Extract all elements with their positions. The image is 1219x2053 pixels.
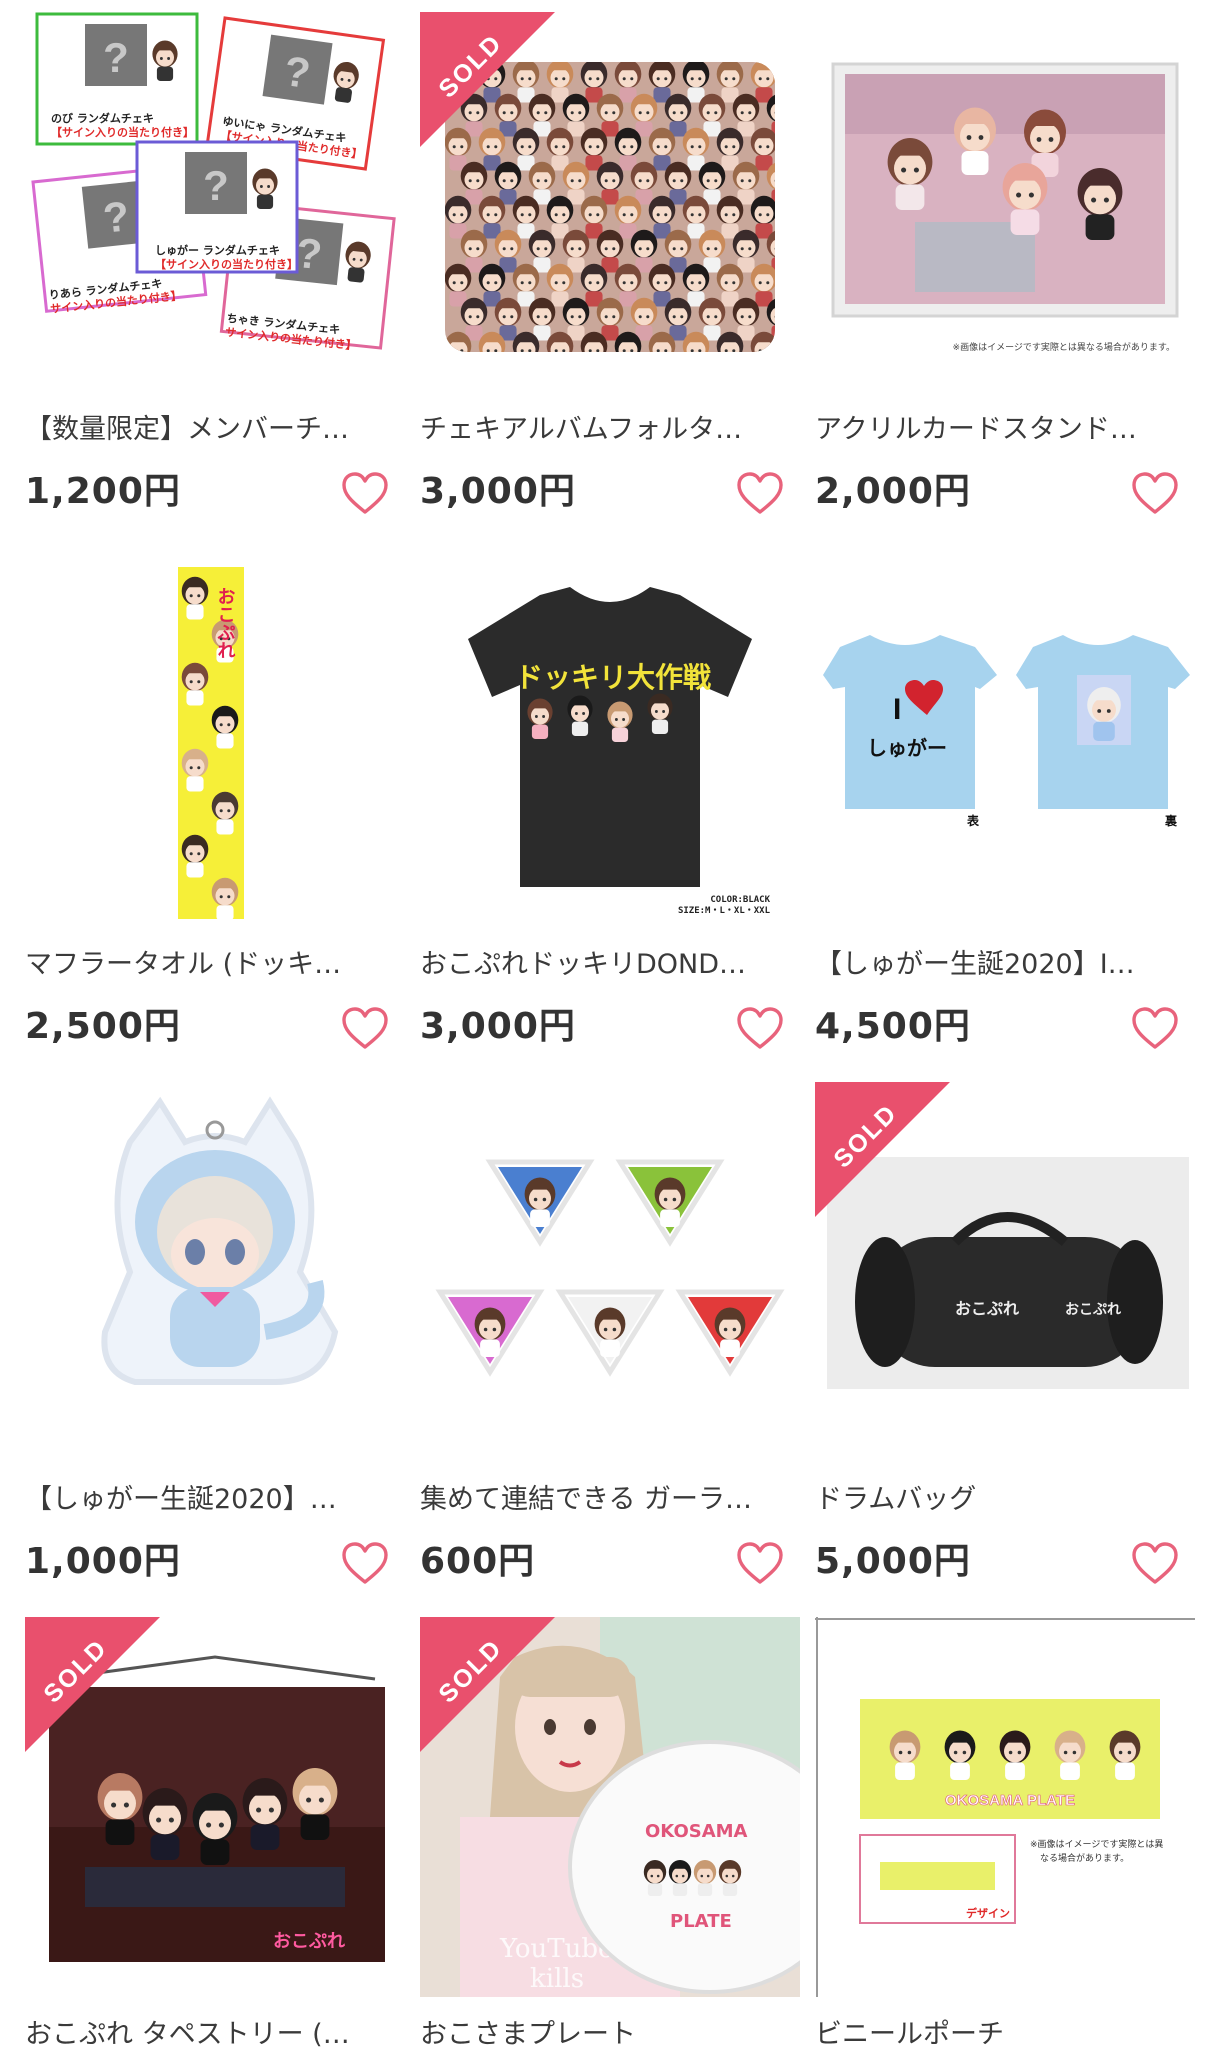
svg-text:PLATE: PLATE (670, 1911, 732, 1932)
heart-outline-icon[interactable] (736, 1005, 784, 1051)
product-card[interactable]: おこぷれマフラータオル (ドッキ… 2,500円 (25, 547, 405, 1067)
product-image[interactable]: I しゅがー 表 裏 (815, 547, 1195, 927)
svg-text:表: 表 (966, 813, 980, 828)
product-price: 2,000円 (815, 471, 971, 512)
product-image[interactable]: ? のび ランダムチェキ 【サイン入りの当たり付き】 ? ゆいにゃ ランダムチェ… (25, 12, 405, 392)
product-price: 1,000円 (25, 1541, 181, 1582)
heart-outline-icon[interactable] (1131, 1540, 1179, 1586)
product-card[interactable]: ? のび ランダムチェキ 【サイン入りの当たり付き】 ? ゆいにゃ ランダムチェ… (25, 12, 405, 532)
heart-outline-icon[interactable] (736, 1540, 784, 1586)
product-price: 4,500円 (815, 1006, 971, 1047)
svg-text:I: I (893, 693, 901, 726)
product-card[interactable]: YouTuber kills OKOSAMA PLATE SOLD おこさまプレー… (420, 1617, 800, 2050)
product-grid: ? のび ランダムチェキ 【サイン入りの当たり付き】 ? ゆいにゃ ランダムチェ… (0, 0, 1219, 2050)
svg-text:【サイン入りの当たり付き】: 【サイン入りの当たり付き】 (155, 257, 298, 271)
product-image[interactable] (420, 12, 800, 392)
product-price: 600円 (420, 1541, 536, 1582)
product-card[interactable]: 【しゅがー生誕2020】… 1,000円 (25, 1082, 405, 1602)
svg-text:※画像はイメージです実際とは異なる場合があります。: ※画像はイメージです実際とは異なる場合があります。 (953, 341, 1175, 353)
svg-text:おこぷれ: おこぷれ (273, 1931, 345, 1952)
svg-text:おこぷれ: おこぷれ (955, 1299, 1019, 1318)
product-title[interactable]: おこぷれドッキリDOND… (420, 947, 792, 983)
product-image[interactable]: OKOSAMA PLATE デザイン ※画像はイメージです実際とは異 なる場合が… (815, 1617, 1195, 1997)
product-card[interactable]: おこぷれ おこぷれ SOLD ドラムバッグ 5,000円 (815, 1082, 1195, 1602)
svg-text:しゅがー: しゅがー (867, 736, 947, 760)
svg-text:kills: kills (530, 1964, 584, 1994)
product-title[interactable]: 【しゅがー生誕2020】I… (815, 947, 1187, 983)
product-title[interactable]: 【しゅがー生誕2020】… (25, 1482, 397, 1518)
product-card[interactable]: I しゅがー 表 裏 【しゅがー生誕2020】I… 4,500円 (815, 547, 1195, 1067)
svg-text:ドッキリ大作戦: ドッキリ大作戦 (515, 661, 711, 694)
heart-outline-icon[interactable] (341, 1005, 389, 1051)
svg-text:デザイン: デザイン (966, 1906, 1010, 1920)
product-image[interactable]: おこぷれ おこぷれ (815, 1082, 1195, 1462)
product-card[interactable]: OKOSAMA PLATE デザイン ※画像はイメージです実際とは異 なる場合が… (815, 1617, 1195, 2050)
product-title[interactable]: ドラムバッグ (815, 1482, 1187, 1518)
product-title[interactable]: チェキアルバムフォルタ… (420, 412, 792, 448)
product-price: 3,000円 (420, 471, 576, 512)
svg-text:?: ? (203, 162, 229, 209)
svg-text:のび ランダムチェキ: のび ランダムチェキ (51, 111, 154, 125)
svg-text:OKOSAMA PLATE: OKOSAMA PLATE (945, 1792, 1075, 1809)
product-price: 3,000円 (420, 1006, 576, 1047)
product-image[interactable]: おこぷれ (25, 1617, 405, 1997)
svg-text:なる場合があります。: なる場合があります。 (1040, 1852, 1129, 1864)
product-title[interactable]: 集めて連結できる ガーラ… (420, 1482, 792, 1518)
svg-text:おこぷれ: おこぷれ (1065, 1302, 1121, 1318)
svg-text:※画像はイメージです実際とは異: ※画像はイメージです実際とは異 (1030, 1838, 1163, 1850)
product-title[interactable]: 【数量限定】メンバーチ… (25, 412, 397, 448)
product-price: 2,500円 (25, 1006, 181, 1047)
product-image[interactable] (25, 1082, 405, 1462)
product-image[interactable]: YouTuber kills OKOSAMA PLATE (420, 1617, 800, 1997)
product-image[interactable] (420, 1082, 800, 1462)
product-image[interactable]: ※画像はイメージです実際とは異なる場合があります。 (815, 12, 1195, 392)
product-card[interactable]: SOLD チェキアルバムフォルタ… 3,000円 (420, 12, 800, 532)
product-card[interactable]: ドッキリ大作戦 COLOR:BLACK SIZE:M・L・XL・XXL おこぷれ… (420, 547, 800, 1067)
svg-text:?: ? (103, 34, 129, 81)
product-image[interactable]: おこぷれ (25, 547, 405, 927)
product-card[interactable]: おこぷれ SOLD おこぷれ タペストリー (… (25, 1617, 405, 2050)
product-card[interactable]: ※画像はイメージです実際とは異なる場合があります。 アクリルカードスタンド… 2,… (815, 12, 1195, 532)
heart-outline-icon[interactable] (1131, 470, 1179, 516)
heart-outline-icon[interactable] (736, 470, 784, 516)
svg-text:裏: 裏 (1164, 813, 1178, 828)
product-card[interactable]: 集めて連結できる ガーラ… 600円 (420, 1082, 800, 1602)
svg-text:SIZE:M・L・XL・XXL: SIZE:M・L・XL・XXL (678, 906, 771, 916)
product-title[interactable]: アクリルカードスタンド… (815, 412, 1187, 448)
svg-text:【サイン入りの当たり付き】: 【サイン入りの当たり付き】 (51, 125, 194, 139)
product-image[interactable]: ドッキリ大作戦 COLOR:BLACK SIZE:M・L・XL・XXL (420, 547, 800, 927)
heart-outline-icon[interactable] (1131, 1005, 1179, 1051)
svg-text:しゅがー ランダムチェキ: しゅがー ランダムチェキ (155, 243, 280, 257)
product-price: 5,000円 (815, 1541, 971, 1582)
heart-outline-icon[interactable] (341, 1540, 389, 1586)
svg-text:おこぷれ: おこぷれ (215, 587, 236, 659)
svg-text:?: ? (101, 192, 131, 241)
product-price: 1,200円 (25, 471, 181, 512)
svg-text:OKOSAMA: OKOSAMA (645, 1821, 748, 1842)
svg-text:COLOR:BLACK: COLOR:BLACK (710, 895, 770, 905)
heart-outline-icon[interactable] (341, 470, 389, 516)
product-title[interactable]: マフラータオル (ドッキ… (25, 947, 397, 983)
